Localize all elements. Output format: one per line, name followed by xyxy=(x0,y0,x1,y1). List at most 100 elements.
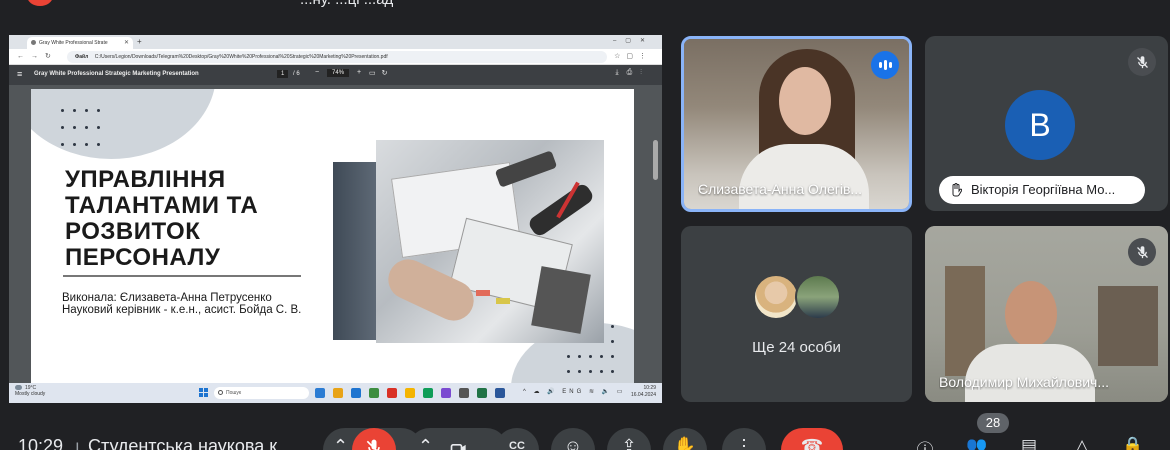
separator: | xyxy=(75,440,80,450)
top-bar-text: ...ну. ...ці ...ад xyxy=(300,0,393,8)
host-controls-icon[interactable]: 🔒 xyxy=(1122,436,1144,450)
download-print-icons[interactable]: ⤓⎙⋮ xyxy=(616,69,650,77)
weather-widget[interactable]: 19°C Mostly cloudy xyxy=(15,385,45,397)
info-icon[interactable]: ⓘ xyxy=(914,436,936,450)
pdf-doc-title: Gray White Professional Strategic Market… xyxy=(34,71,199,77)
zoom-value[interactable]: 74% xyxy=(327,69,350,77)
language-indicator: ENG xyxy=(562,389,585,395)
taskbar-app-icon[interactable] xyxy=(495,388,505,398)
participant-name: Єлизавета-Анна Олегів... xyxy=(698,181,863,197)
search-icon xyxy=(218,390,223,395)
pdf-canvas: УПРАВЛІННЯ ТАЛАНТАМИ ТА РОЗВИТОК ПЕРСОНА… xyxy=(9,85,662,383)
others-tile[interactable]: Ще 24 особи xyxy=(681,226,912,402)
slide-title-line: РОЗВИТОК xyxy=(65,218,201,245)
more-vert-icon: ⋮ xyxy=(735,436,753,450)
windows-taskbar: 19°C Mostly cloudy Пошук ^ ☁ 🔊 ENG ≋ 🔈 ▭… xyxy=(9,383,662,403)
tab-close-icon[interactable]: ✕ xyxy=(124,39,129,46)
browser-tab-strip: Gray White Professional Strate ✕ + –▢✕ xyxy=(9,35,662,49)
avatar: В xyxy=(1005,90,1075,160)
participant-tile-speaker[interactable]: Єлизавета-Анна Олегів... xyxy=(681,36,912,212)
taskbar-app-icon[interactable] xyxy=(387,388,397,398)
taskbar-app-icon[interactable] xyxy=(441,388,451,398)
avatar xyxy=(795,274,841,320)
taskbar-app-icon[interactable] xyxy=(369,388,379,398)
cloud-icon xyxy=(15,385,22,391)
leave-call-button[interactable]: ☎ xyxy=(781,428,843,450)
more-options-button[interactable]: ⋮ xyxy=(722,428,766,450)
url-field[interactable]: Файл C:/Users/Legion/Downloads/Telegram%… xyxy=(67,51,607,63)
new-tab-icon[interactable]: + xyxy=(137,37,142,46)
tab-favicon-icon xyxy=(31,40,36,45)
raised-hand-icon xyxy=(952,183,962,197)
participant-tile[interactable]: Володимир Михайлович... xyxy=(925,226,1168,402)
browser-tab[interactable]: Gray White Professional Strate ✕ xyxy=(27,37,133,49)
decor-dots xyxy=(61,109,100,146)
browser-nav-icons[interactable]: ←→↻ xyxy=(17,52,58,60)
taskbar-app-icon[interactable] xyxy=(477,388,487,398)
video-feed-body xyxy=(965,344,1095,402)
url-prefix: Файл xyxy=(75,54,89,60)
windows-start-icon[interactable] xyxy=(199,388,208,397)
taskbar-apps xyxy=(315,388,505,398)
taskbar-clock[interactable]: 10:29 16.04.2024 xyxy=(631,385,656,399)
url-text: C:/Users/Legion/Downloads/Telegram%20Des… xyxy=(94,54,388,60)
video-feed-face xyxy=(1005,281,1057,347)
meet-window: ...ну. ...ці ...ад Gray White Profession… xyxy=(0,0,1170,450)
taskbar-app-icon[interactable] xyxy=(351,388,361,398)
slide-title-line: УПРАВЛІННЯ xyxy=(65,166,226,193)
zoom-out-icon[interactable]: − xyxy=(315,69,319,76)
others-count-label: Ще 24 особи xyxy=(752,339,841,356)
taskbar-app-icon[interactable] xyxy=(405,388,415,398)
raise-hand-button[interactable]: ✋ xyxy=(663,428,707,450)
decor-shape xyxy=(31,89,216,159)
page-number-input[interactable]: 1 xyxy=(277,70,289,78)
browser-address-bar: ←→↻ Файл C:/Users/Legion/Downloads/Teleg… xyxy=(9,49,662,65)
fit-rotate-icons[interactable]: ▭↻ xyxy=(369,69,393,77)
slide-title-line: ПЕРСОНАЛУ xyxy=(65,244,221,271)
video-feed-face xyxy=(779,67,831,135)
browser-toolbar-icons[interactable]: ☆▢⋮ xyxy=(614,52,652,60)
participant-count-badge: 28 xyxy=(977,413,1009,433)
hand-icon: ✋ xyxy=(673,436,697,450)
chat-icon[interactable]: ▤ xyxy=(1018,436,1040,450)
slide-author: Виконала: Єлизавета-Анна Петрусенко Наук… xyxy=(62,292,301,316)
meeting-title: Студентська наукова к xyxy=(88,436,278,450)
taskbar-app-icon[interactable] xyxy=(423,388,433,398)
present-screen-icon: ⇪ xyxy=(621,436,637,450)
slide-photo xyxy=(376,140,604,343)
system-tray[interactable]: ^ ☁ 🔊 ENG ≋ 🔈 ▭ xyxy=(523,388,625,395)
taskbar-app-icon[interactable] xyxy=(315,388,325,398)
taskbar-time: 10:29 xyxy=(643,385,656,391)
taskbar-date: 16.04.2024 xyxy=(630,392,656,398)
video-feed-body xyxy=(739,144,869,209)
pdf-scrollbar[interactable] xyxy=(653,140,658,180)
slide-title-line: ТАЛАНТАМИ ТА xyxy=(65,192,259,219)
presentation-tile[interactable]: Gray White Professional Strate ✕ + –▢✕ ←… xyxy=(9,35,662,403)
taskbar-app-icon[interactable] xyxy=(459,388,469,398)
pdf-zoom-control: − 74% + xyxy=(315,69,361,77)
participant-name: Володимир Михайлович... xyxy=(939,374,1109,390)
participant-tile[interactable]: В Вікторія Георгіївна Мо... xyxy=(925,36,1168,211)
captions-button[interactable]: CC xyxy=(495,428,539,450)
taskbar-search[interactable]: Пошук xyxy=(214,387,309,399)
menu-icon[interactable]: ≡ xyxy=(17,69,22,79)
meeting-clock: 10:29 xyxy=(18,436,64,450)
present-button[interactable]: ⇪ xyxy=(607,428,651,450)
pdf-page-indicator: 1 / 6 xyxy=(277,70,300,78)
window-controls-icon[interactable]: –▢✕ xyxy=(613,37,654,44)
divider xyxy=(63,275,301,277)
people-icon[interactable]: 👥 xyxy=(966,436,988,450)
speaking-indicator-icon xyxy=(871,51,899,79)
tab-title: Gray White Professional Strate xyxy=(39,40,108,46)
mic-off-icon xyxy=(1128,238,1156,266)
zoom-in-icon[interactable]: + xyxy=(357,69,361,76)
participant-name: Вікторія Георгіївна Мо... xyxy=(971,182,1116,197)
taskbar-app-icon[interactable] xyxy=(333,388,343,398)
reactions-button[interactable]: ☺ xyxy=(551,428,595,450)
avatar xyxy=(753,274,799,320)
pdf-toolbar: ≡ Gray White Professional Strategic Mark… xyxy=(9,65,662,85)
activities-icon[interactable]: △ xyxy=(1071,436,1093,450)
video-feed-shelf xyxy=(1098,286,1158,366)
captions-icon: CC xyxy=(509,440,525,450)
weather-desc: Mostly cloudy xyxy=(15,391,46,397)
